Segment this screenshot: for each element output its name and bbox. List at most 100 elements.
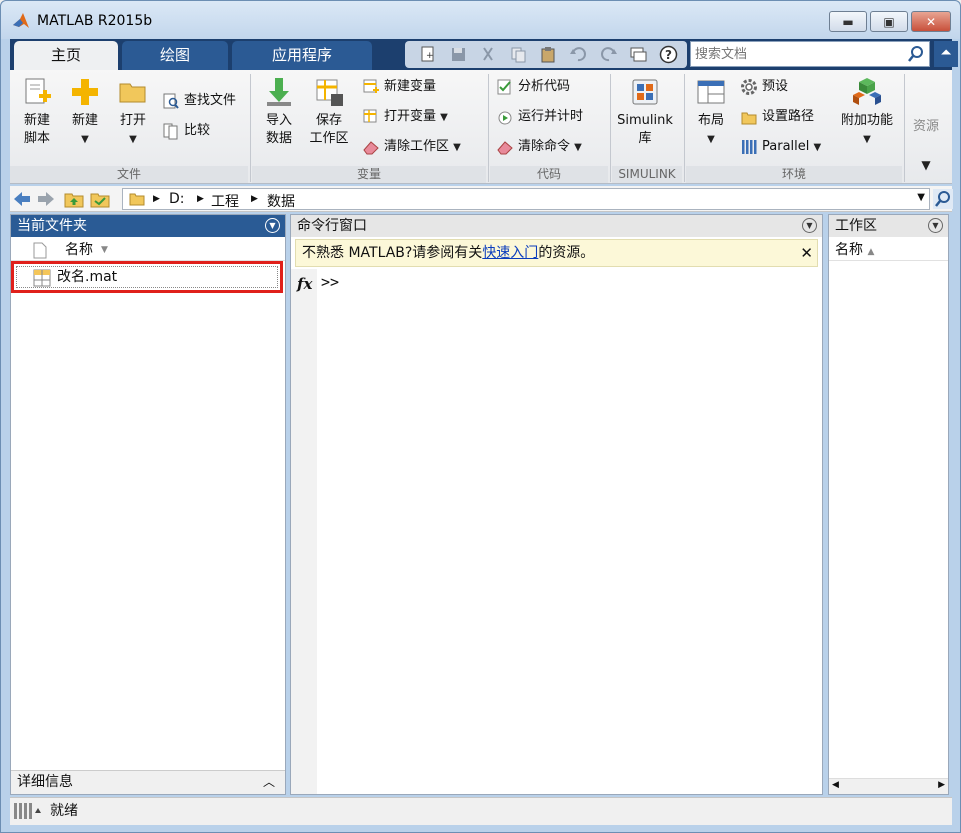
open-variable-button[interactable]: 打开变量 ▼ (362, 106, 448, 128)
workspace-title: 工作区 (835, 218, 877, 234)
path-dropdown-icon[interactable]: ▼ (917, 192, 925, 203)
dropdown-arrow-icon: ▼ (574, 142, 582, 153)
simulink-library-button[interactable]: Simulink 库 (616, 76, 674, 148)
up-folder-icon[interactable] (64, 190, 84, 208)
parallel-button[interactable]: Parallel ▼ (740, 136, 821, 158)
parallel-label: Parallel (762, 139, 810, 154)
back-arrow-icon[interactable] (12, 190, 32, 208)
scroll-left-icon[interactable]: ◀ (832, 780, 839, 790)
help-icon[interactable]: ? (659, 45, 678, 64)
mat-file-icon (33, 269, 51, 287)
search-docs-box[interactable] (690, 41, 930, 67)
layout-button[interactable]: 布局 ▼ (690, 76, 732, 149)
preferences-label: 预设 (762, 79, 789, 94)
status-grip-icon[interactable] (14, 803, 42, 819)
paste-icon[interactable] (539, 45, 558, 64)
search-icon[interactable] (907, 45, 925, 63)
new-variable-button[interactable]: 新建变量 (362, 76, 436, 98)
save-workspace-button[interactable]: 保存 工作区 (306, 76, 352, 148)
import-data-label: 导入 数据 (265, 113, 292, 146)
workspace-header: 工作区 ▼ (829, 215, 948, 237)
cut-icon[interactable] (479, 45, 498, 64)
group-label-variable: 变量 (252, 166, 486, 183)
collapse-toolstrip-button[interactable]: ⏶ (934, 41, 958, 67)
run-and-time-button[interactable]: 运行并计时 (496, 106, 583, 128)
tab-apps[interactable]: 应用程序 (232, 41, 372, 70)
details-bar[interactable]: 详细信息 ︿ (11, 770, 285, 794)
scroll-right-icon[interactable]: ▶ (938, 780, 945, 790)
clear-workspace-button[interactable]: 清除工作区 ▼ (362, 136, 461, 158)
breadcrumb-arrow-icon: ▶ (197, 194, 204, 204)
copy-icon[interactable] (509, 45, 528, 64)
group-label-file: 文件 (10, 166, 248, 183)
switch-windows-icon[interactable] (629, 45, 648, 64)
command-prompt[interactable]: >> (321, 273, 339, 291)
compare-button[interactable]: 比较 (162, 120, 210, 142)
command-window-title: 命令行窗口 (297, 218, 367, 234)
search-folder-icon[interactable] (933, 189, 953, 209)
current-path-field[interactable]: ▶ D: ▶ 工程 ▶ 数据 ▼ (122, 188, 930, 210)
clear-commands-button[interactable]: 清除命令 ▼ (496, 136, 582, 158)
panel-menu-icon[interactable]: ▼ (265, 218, 280, 233)
new-variable-label: 新建变量 (384, 79, 437, 94)
getting-started-link[interactable]: 快速入门 (482, 245, 538, 261)
dropdown-arrow-icon: ▼ (863, 134, 871, 145)
svg-text:+: + (426, 51, 434, 61)
maximize-icon: ▣ (883, 14, 895, 29)
search-docs-input[interactable] (691, 42, 905, 66)
group-label-simulink: SIMULINK (612, 166, 682, 183)
close-notice-icon[interactable]: ✕ (800, 240, 813, 266)
analyze-code-button[interactable]: 分析代码 (496, 76, 570, 98)
preferences-button[interactable]: 预设 (740, 76, 788, 98)
workspace-column-header: 名称 ▲ (829, 239, 948, 261)
breadcrumb-arrow-icon: ▶ (251, 194, 258, 204)
breadcrumb-folder-project[interactable]: 工程 (211, 191, 239, 211)
simulink-library-label: Simulink 库 (617, 113, 673, 146)
dropdown-arrow-icon: ▼ (440, 112, 448, 123)
import-data-button[interactable]: 导入 数据 (258, 76, 300, 148)
find-files-button[interactable]: 查找文件 (162, 90, 236, 112)
notice-text-before: 不熟悉 MATLAB?请参阅有关 (302, 245, 483, 261)
breadcrumb-drive[interactable]: D: (169, 191, 185, 207)
address-bar: ▶ D: ▶ 工程 ▶ 数据 ▼ (10, 186, 953, 212)
group-separator (904, 74, 905, 182)
save-icon[interactable] (449, 45, 468, 64)
browse-folder-icon[interactable] (90, 190, 110, 208)
add-ons-button[interactable]: 附加功能 ▼ (836, 76, 898, 149)
group-separator (250, 74, 251, 182)
new-script-icon[interactable]: + (419, 45, 438, 64)
analyze-code-label: 分析代码 (518, 79, 571, 94)
current-folder-column-header: 名称 ▼ (11, 239, 285, 261)
new-script-button[interactable]: 新建 脚本 (16, 76, 58, 148)
panel-menu-icon[interactable]: ▼ (928, 218, 943, 233)
undo-icon[interactable] (569, 45, 588, 64)
close-button[interactable]: ✕ (911, 11, 951, 32)
dropdown-arrow-icon: ▼ (813, 142, 822, 153)
redo-icon[interactable] (599, 45, 618, 64)
minimize-button[interactable]: ▬ (829, 11, 867, 32)
panel-menu-icon[interactable]: ▼ (802, 218, 817, 233)
analyze-code-icon (497, 79, 511, 94)
maximize-button[interactable]: ▣ (870, 11, 908, 32)
forward-arrow-icon[interactable] (36, 190, 56, 208)
set-path-button[interactable]: 设置路径 (740, 106, 814, 128)
clear-commands-label: 清除命令 (518, 139, 571, 154)
column-name[interactable]: 名称 (65, 239, 93, 261)
new-button[interactable]: 新建 ▼ (64, 76, 106, 149)
list-item[interactable]: 改名.mat (16, 266, 278, 288)
breadcrumb-folder-data[interactable]: 数据 (267, 191, 295, 211)
chevron-up-icon[interactable]: ︿ (263, 771, 275, 793)
horizontal-scrollbar[interactable]: ◀ ▶ (829, 778, 948, 794)
open-label: 打开 (119, 113, 146, 128)
open-button[interactable]: 打开 ▼ (112, 76, 154, 149)
function-browser-icon[interactable]: fx (297, 275, 312, 293)
tab-plots[interactable]: 绘图 (122, 41, 228, 70)
dropdown-arrow-icon: ▼ (453, 142, 461, 153)
toolstrip-tab-bar: 主页 绘图 应用程序 + ? ⏶ (10, 39, 958, 70)
run-and-time-label: 运行并计时 (518, 109, 584, 124)
workspace-column-name[interactable]: 名称 (835, 242, 863, 258)
new-script-icon (25, 78, 51, 104)
tab-home[interactable]: 主页 (14, 41, 118, 70)
layout-label: 布局 (697, 113, 724, 128)
resources-button[interactable]: 资源 ▼ (906, 76, 946, 174)
